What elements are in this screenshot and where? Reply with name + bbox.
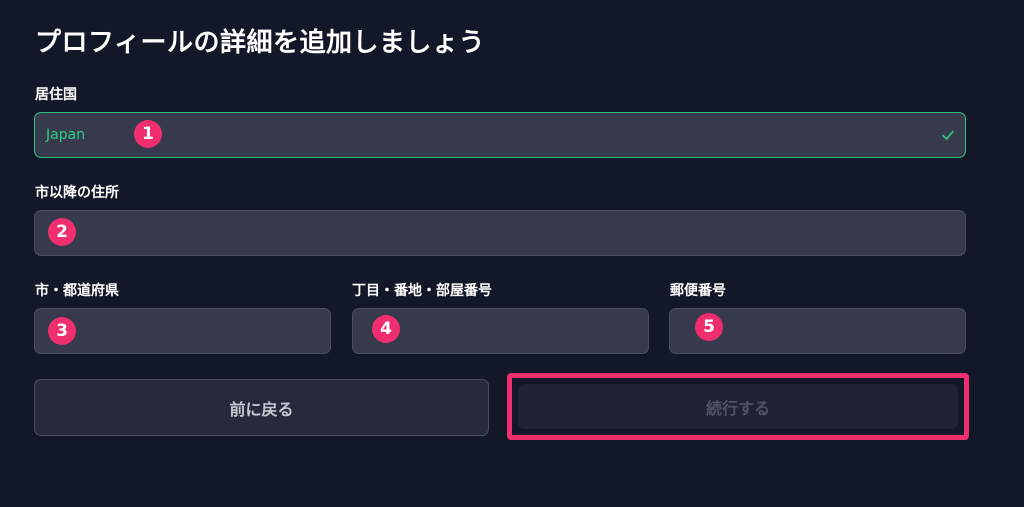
country-value: Japan [46, 127, 86, 143]
continue-button[interactable]: 続行する [518, 384, 958, 429]
step-badge-5: 5 [695, 313, 723, 341]
back-button[interactable]: 前に戻る [34, 379, 489, 436]
continue-highlight: 続行する [507, 373, 969, 440]
city-input[interactable] [34, 308, 331, 354]
postal-label: 郵便番号 [670, 283, 726, 299]
step-badge-4: 4 [372, 315, 400, 343]
step-badge-1: 1 [134, 120, 162, 148]
step-badge-3: 3 [48, 317, 76, 345]
page-title: プロフィールの詳細を追加しましょう [35, 28, 485, 58]
check-icon [942, 130, 954, 140]
step-badge-2: 2 [48, 218, 76, 246]
address-input[interactable] [34, 210, 966, 256]
address-label: 市以降の住所 [35, 185, 119, 201]
country-field[interactable]: Japan [34, 112, 966, 158]
city-label: 市・都道府県 [35, 283, 119, 299]
country-label: 居住国 [35, 87, 77, 103]
street-label: 丁目・番地・部屋番号 [352, 283, 492, 299]
